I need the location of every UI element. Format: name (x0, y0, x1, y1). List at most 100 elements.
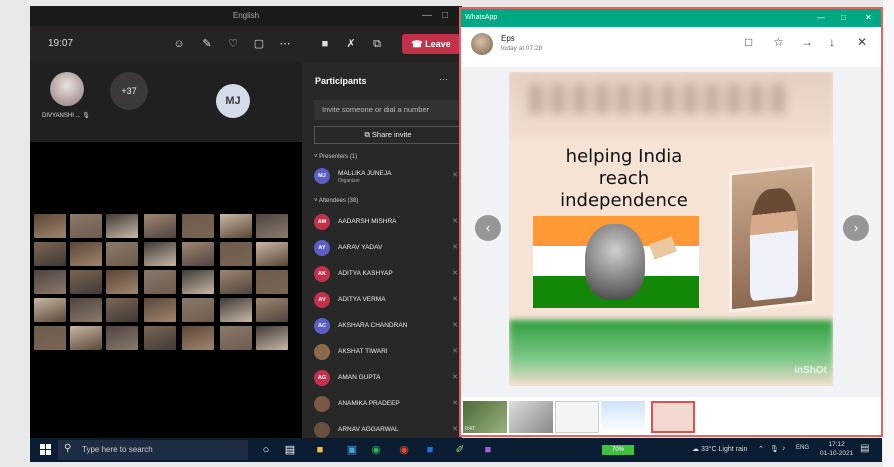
video-tile[interactable] (182, 326, 214, 350)
chrome-icon[interactable]: ◉ (368, 442, 384, 458)
video-tile[interactable] (182, 270, 214, 294)
video-tile[interactable] (144, 298, 176, 322)
more-participants-badge[interactable]: +37 (110, 72, 148, 110)
invite-input[interactable]: Invite someone or dial a number (314, 100, 462, 120)
share-invite-button[interactable]: ⧉ Share invite (314, 126, 462, 144)
outlook-icon[interactable]: ■ (422, 442, 438, 458)
teams-taskbar-icon[interactable]: ■ (480, 442, 496, 458)
video-tile[interactable] (256, 270, 288, 294)
sender-avatar[interactable] (471, 33, 493, 55)
attendee-row[interactable]: AY AARAV YADAV ✕ (314, 238, 462, 260)
video-tile[interactable] (144, 214, 176, 238)
video-tile[interactable] (70, 298, 102, 322)
windows-start-icon[interactable] (40, 444, 52, 456)
chat-icon[interactable]: ✎ (198, 35, 216, 53)
mj-avatar[interactable]: MJ (216, 84, 250, 118)
video-tile[interactable] (220, 214, 252, 238)
forward-icon[interactable]: → (801, 35, 813, 49)
video-tile[interactable] (70, 326, 102, 350)
mic-muted-icon: ✕ (452, 296, 458, 303)
thumbnail-sheet[interactable] (555, 401, 599, 433)
video-tile[interactable] (34, 214, 66, 238)
video-tile[interactable] (182, 298, 214, 322)
video-tile[interactable] (34, 298, 66, 322)
cortana-icon[interactable]: ○ (258, 442, 274, 458)
next-media-button[interactable]: › (843, 215, 869, 241)
more-actions-icon[interactable]: ⋯ (276, 35, 294, 53)
microphone-icon[interactable]: 🎙 (770, 445, 779, 453)
leave-button[interactable]: ☎ Leave (402, 34, 460, 54)
video-tile[interactable] (256, 214, 288, 238)
battery-badge[interactable]: 70% (602, 445, 634, 455)
video-tile[interactable] (220, 326, 252, 350)
video-tile[interactable] (70, 214, 102, 238)
system-clock[interactable]: 17:12 01-10-2021 (820, 440, 853, 458)
maximize-icon[interactable]: □ (442, 6, 448, 26)
video-tile[interactable] (144, 326, 176, 350)
attendee-row[interactable]: AK ADITYA KASHYAP ✕ (314, 264, 462, 286)
video-tile[interactable] (70, 270, 102, 294)
close-icon[interactable]: ✕ (865, 9, 872, 27)
video-tile[interactable] (182, 242, 214, 266)
video-tile[interactable] (70, 242, 102, 266)
thumbnail-document[interactable] (509, 401, 553, 433)
previous-media-button[interactable]: ‹ (475, 215, 501, 241)
participants-icon[interactable]: ☺ (170, 35, 188, 53)
file-explorer-icon[interactable]: ■ (312, 442, 328, 458)
weather-widget[interactable]: ☁ 33°C Light rain (692, 445, 747, 453)
presenters-section[interactable]: ˅ Presenters (1) (314, 154, 357, 160)
video-tile[interactable] (34, 326, 66, 350)
attendee-row[interactable]: AKSHAT TIWARI ✕ (314, 342, 462, 364)
volume-icon[interactable]: ♪ (782, 445, 786, 452)
video-tile[interactable] (106, 214, 138, 238)
video-tile[interactable] (34, 270, 66, 294)
video-tile[interactable] (220, 242, 252, 266)
thumbnail-video[interactable]: 0:47 (463, 401, 507, 433)
attendee-row[interactable]: AM AADARSH MISHRA ✕ (314, 212, 462, 234)
attendee-row[interactable]: ARNAV AGGARWAL ✕ (314, 420, 462, 438)
participant-avatar[interactable] (50, 72, 84, 106)
minimize-icon[interactable]: — (817, 9, 825, 27)
video-tile[interactable] (220, 270, 252, 294)
video-tile[interactable] (220, 298, 252, 322)
video-tile[interactable] (256, 298, 288, 322)
mic-off-icon[interactable]: ✗ (342, 35, 360, 53)
video-tile[interactable] (144, 242, 176, 266)
star-icon[interactable]: ☆ (773, 35, 784, 49)
attendee-row[interactable]: AG AMAN GUPTA ✕ (314, 368, 462, 390)
notification-icon[interactable]: ▤ (860, 443, 869, 454)
camera-off-icon[interactable]: ■ (316, 35, 334, 53)
attendee-row[interactable]: AC AKSHARA CHANDRAN ✕ (314, 316, 462, 338)
video-tile[interactable] (106, 242, 138, 266)
share-screen-icon[interactable]: ⧉ (368, 35, 386, 53)
maximize-icon[interactable]: □ (841, 9, 846, 27)
video-tile[interactable] (106, 326, 138, 350)
notes-icon[interactable]: ✐ (452, 442, 468, 458)
presenter-row[interactable]: MJ MALLIKA JUNEJA Organizer ✕ (314, 166, 462, 188)
attendees-section[interactable]: ˅ Attendees (38) (314, 198, 358, 204)
download-icon[interactable]: ↓ (829, 35, 835, 49)
video-tile[interactable] (144, 270, 176, 294)
video-tile[interactable] (256, 326, 288, 350)
close-icon[interactable]: ✕ (857, 35, 867, 49)
attendee-row[interactable]: AV ADITYA VERMA ✕ (314, 290, 462, 312)
go-to-message-icon[interactable]: □ (745, 35, 752, 49)
tray-chevron-icon[interactable]: ⌃ (758, 445, 764, 453)
video-tile[interactable] (182, 214, 214, 238)
thumbnail-screenshot[interactable] (601, 401, 645, 433)
attendee-row[interactable]: ANAMIKA PRADEEP ✕ (314, 394, 462, 416)
office-icon[interactable]: ◉ (396, 442, 412, 458)
task-view-icon[interactable]: ▤ (282, 442, 298, 458)
video-tile[interactable] (256, 242, 288, 266)
thumbnail-selected[interactable] (651, 401, 695, 433)
store-icon[interactable]: ▣ (344, 442, 360, 458)
rooms-icon[interactable]: ▢ (250, 35, 268, 53)
panel-more-icon[interactable]: ⋯ (439, 74, 448, 85)
language-indicator[interactable]: ENG (796, 445, 809, 451)
taskbar-search-box[interactable]: ⚲ Type here to search (58, 440, 248, 460)
video-tile[interactable] (106, 270, 138, 294)
minimize-icon[interactable]: — (422, 6, 432, 26)
video-tile[interactable] (34, 242, 66, 266)
reactions-icon[interactable]: ♡ (224, 35, 242, 53)
video-tile[interactable] (106, 298, 138, 322)
